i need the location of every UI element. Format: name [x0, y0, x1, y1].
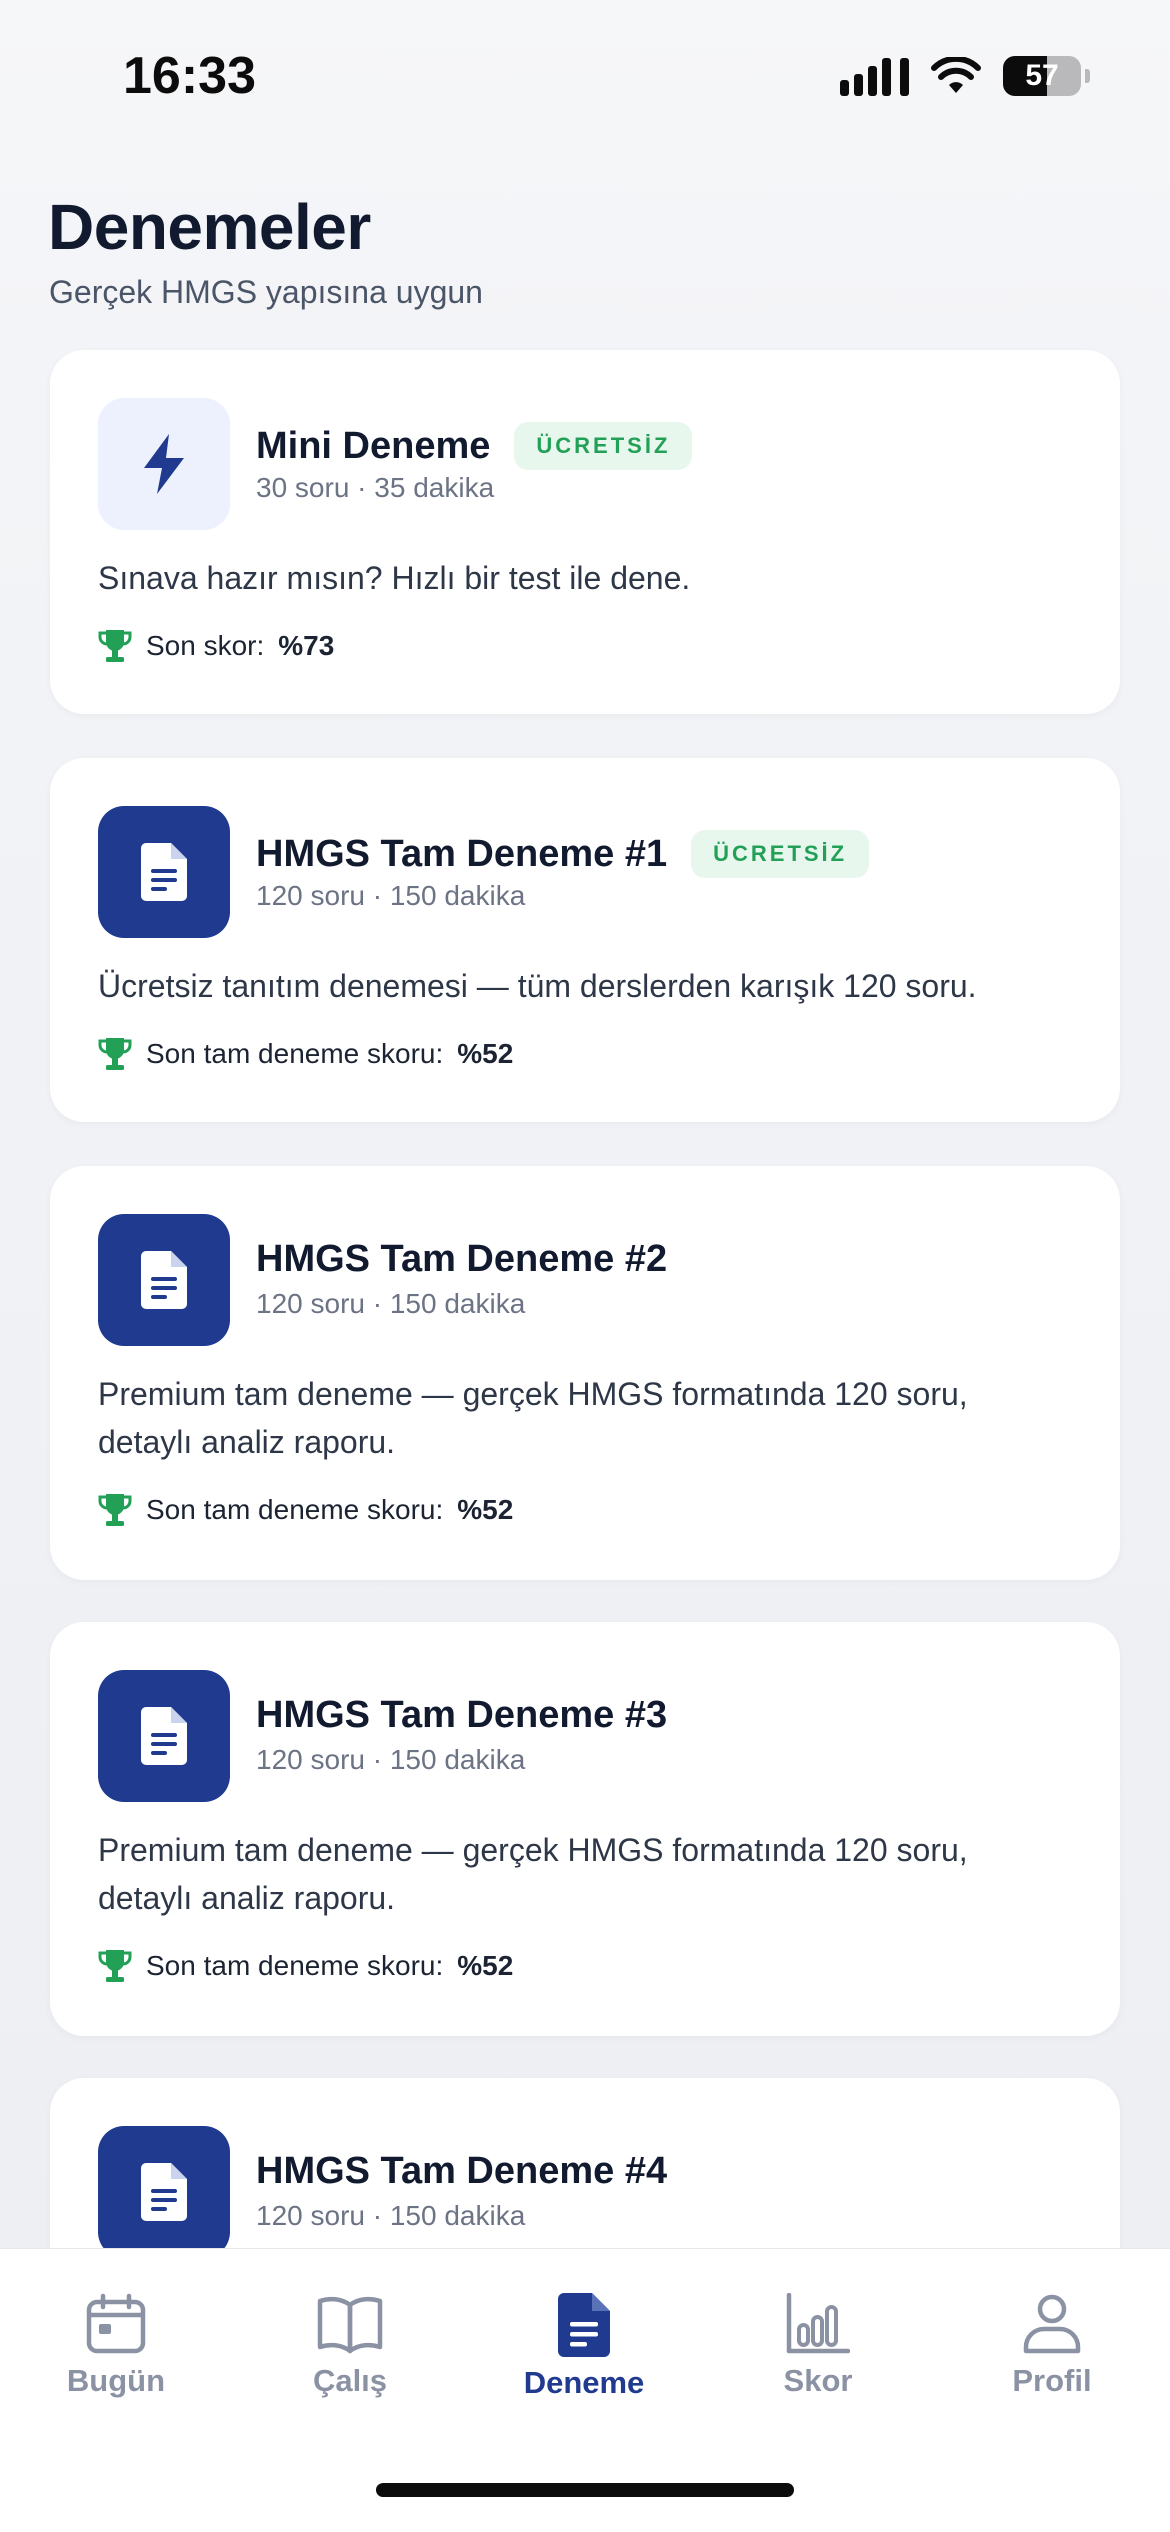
card-meta: 30 soru · 35 dakika — [256, 472, 495, 503]
card-head: Mini Deneme ÜCRETSİZ — [256, 422, 1080, 470]
tab-label: Profil — [1012, 2363, 1092, 2398]
tab-label: Çalış — [312, 2363, 388, 2398]
card-meta: 120 soru · 150 dakika — [256, 1288, 526, 1319]
bar-chart-icon — [786, 2293, 850, 2354]
score-row: Son tam deneme skoru: %52 — [98, 1948, 513, 1984]
tab-profil[interactable]: Profil — [952, 2293, 1152, 2399]
card-description: Ücretsiz tanıtım denemesi — tüm derslerd… — [98, 968, 977, 1004]
card-head: HMGS Tam Deneme #2 — [256, 1238, 1080, 1281]
score-row: Son tam deneme skoru: %52 — [98, 1492, 513, 1528]
document-icon — [98, 1214, 230, 1346]
tab-label: Bugün — [66, 2363, 166, 2398]
document-icon — [98, 2126, 230, 2258]
book-icon — [317, 2296, 383, 2354]
trophy-icon — [98, 1038, 132, 1070]
screen: 16:33 57 Denemeler Gerçek HMGS yapısına … — [0, 0, 1170, 2532]
card-title: Mini Deneme — [256, 424, 491, 467]
tab-deneme[interactable]: Deneme — [484, 2293, 684, 2401]
score-label: Son tam deneme skoru: — [146, 1950, 444, 1981]
score-value: %73 — [278, 630, 335, 661]
document-icon — [98, 1670, 230, 1802]
card-head: HMGS Tam Deneme #3 — [256, 1694, 1080, 1737]
bolt-icon — [98, 398, 230, 530]
exam-card-full-3[interactable]: HMGS Tam Deneme #3 120 soru · 150 dakika… — [50, 1622, 1120, 2036]
score-label: Son tam deneme skoru: — [146, 1494, 444, 1525]
tab-calis[interactable]: Çalış — [250, 2293, 450, 2399]
tab-label: Skor — [783, 2363, 853, 2398]
free-badge: ÜCRETSİZ — [514, 422, 693, 470]
score-label: Son skor: — [146, 630, 265, 661]
calendar-icon — [86, 2293, 146, 2354]
card-title: HMGS Tam Deneme #1 — [256, 832, 668, 875]
cellular-signal-icon — [840, 56, 909, 96]
tab-skor[interactable]: Skor — [718, 2293, 918, 2399]
score-row: Son tam deneme skoru: %52 — [98, 1036, 513, 1072]
score-row: Son skor: %73 — [98, 628, 334, 664]
document-icon — [98, 806, 230, 938]
card-description: Premium tam deneme — gerçek HMGS formatı… — [98, 1832, 968, 1916]
card-meta: 120 soru · 150 dakika — [256, 2200, 526, 2231]
card-head: HMGS Tam Deneme #1 ÜCRETSİZ — [256, 830, 1080, 878]
page-subtitle: Gerçek HMGS yapısına uygun — [49, 274, 483, 310]
user-icon — [1023, 2294, 1081, 2354]
battery-level: 57 — [1025, 59, 1059, 92]
status-bar: 16:33 57 — [0, 0, 1170, 150]
exam-card-full-2[interactable]: HMGS Tam Deneme #2 120 soru · 150 dakika… — [50, 1166, 1120, 1580]
card-description: Premium tam deneme — gerçek HMGS formatı… — [98, 1376, 968, 1460]
card-head: HMGS Tam Deneme #4 — [256, 2150, 1080, 2193]
status-time: 16:33 — [123, 47, 256, 105]
score-value: %52 — [457, 1494, 514, 1525]
score-value: %52 — [457, 1950, 514, 1981]
document-icon — [558, 2293, 610, 2357]
free-badge: ÜCRETSİZ — [691, 830, 870, 878]
card-description: Sınava hazır mısın? Hızlı bir test ile d… — [98, 560, 691, 596]
battery-icon: 57 — [1003, 56, 1081, 96]
battery-tip — [1085, 69, 1090, 83]
card-meta: 120 soru · 150 dakika — [256, 1744, 526, 1775]
trophy-icon — [98, 630, 132, 662]
exam-card-mini[interactable]: Mini Deneme ÜCRETSİZ 30 soru · 35 dakika… — [50, 350, 1120, 714]
wifi-icon — [931, 57, 981, 93]
card-meta: 120 soru · 150 dakika — [256, 880, 526, 911]
trophy-icon — [98, 1950, 132, 1982]
card-title: HMGS Tam Deneme #4 — [256, 2150, 668, 2192]
card-title: HMGS Tam Deneme #3 — [256, 1694, 668, 1736]
home-indicator[interactable] — [376, 2483, 794, 2497]
exam-card-full-1[interactable]: HMGS Tam Deneme #1 ÜCRETSİZ 120 soru · 1… — [50, 758, 1120, 1122]
card-title: HMGS Tam Deneme #2 — [256, 1238, 668, 1280]
status-icons: 57 — [840, 54, 1090, 98]
trophy-icon — [98, 1494, 132, 1526]
page-title: Denemeler — [48, 191, 371, 263]
score-value: %52 — [457, 1038, 514, 1069]
tab-label: Deneme — [523, 2365, 645, 2400]
tab-bugun[interactable]: Bugün — [16, 2293, 216, 2399]
score-label: Son tam deneme skoru: — [146, 1038, 444, 1069]
